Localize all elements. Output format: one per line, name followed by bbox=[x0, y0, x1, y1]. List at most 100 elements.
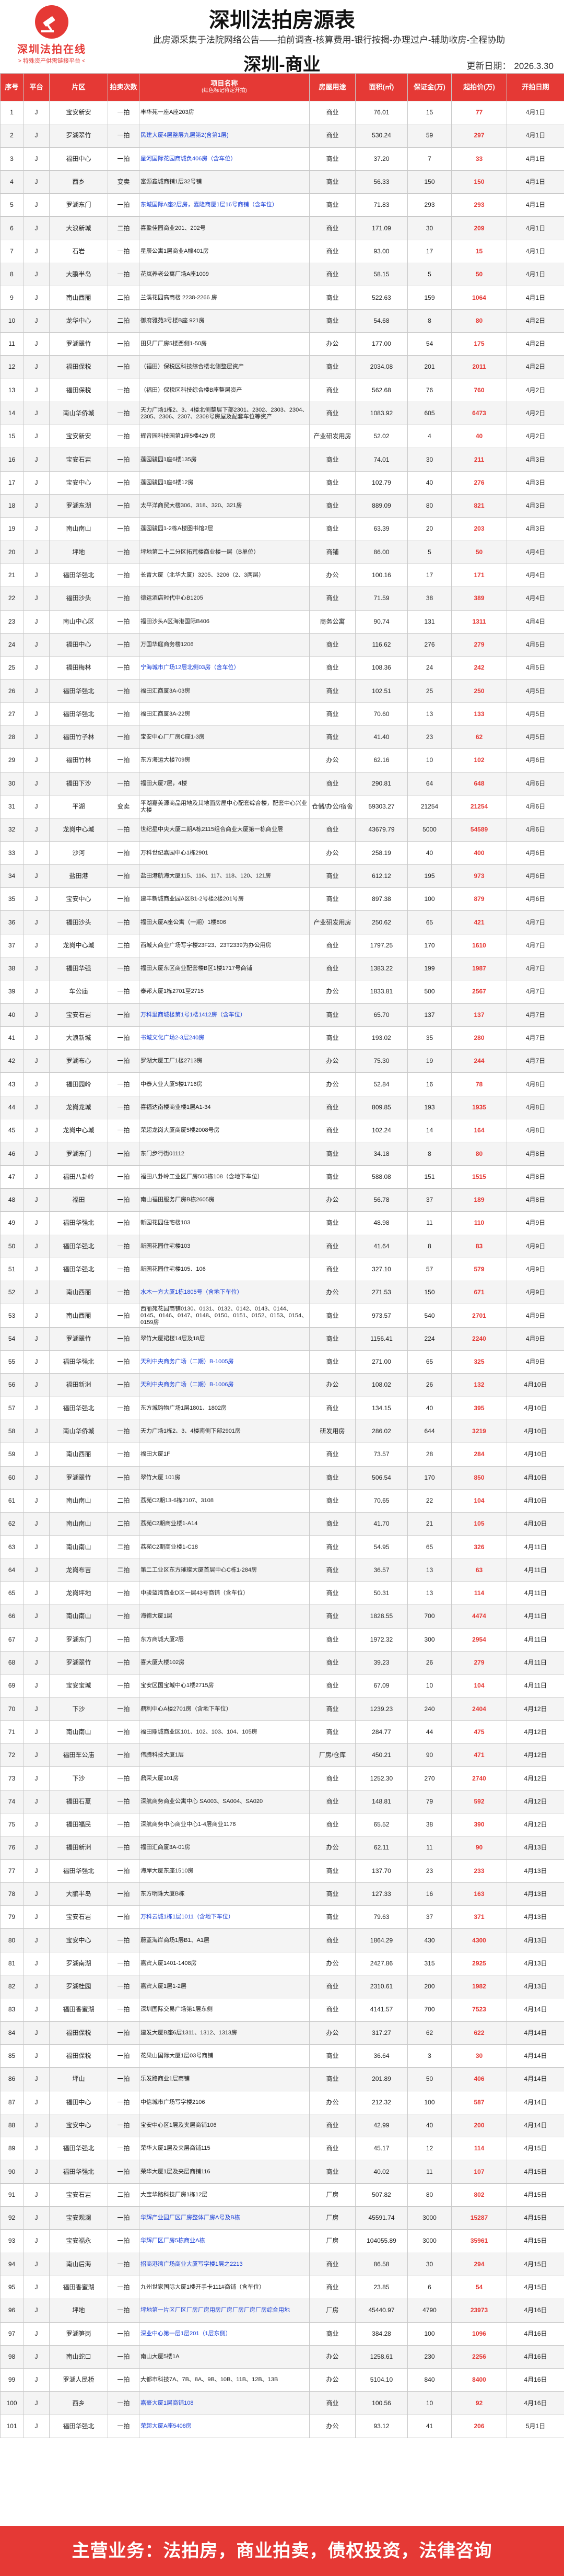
table-row: 89 J 福田华强北 一拍 荣华大厦1层及夹层商铺115 商业 45.17 12 114 4月15… bbox=[0, 2137, 564, 2161]
table-row: 14 J 南山华侨城 一拍 天力广场1栋2、3、4楼北侧整层下部2301、2302、23… bbox=[0, 401, 564, 426]
col-price-cell: 77 bbox=[451, 100, 507, 125]
col-project-cell: 喜大厦大楼102房 bbox=[139, 1650, 310, 1675]
col-deposit-cell: 23 bbox=[407, 1859, 452, 1883]
col-size-cell: 37.20 bbox=[355, 147, 408, 171]
col-round-cell: 一拍 bbox=[108, 864, 139, 888]
table-row: 76 J 福田新洲 一拍 福田汇商厦3A-01房 办公 62.11 11 90 4月13日 bbox=[0, 1836, 564, 1860]
col-date-cell: 4月1日 bbox=[507, 239, 564, 264]
col-platform-cell: J bbox=[23, 1975, 50, 1999]
col-area-cell: 罗湖布心 bbox=[49, 1049, 108, 1073]
column-label: 保证金(万) bbox=[414, 83, 445, 91]
col-size-cell: 67.09 bbox=[355, 1674, 408, 1698]
col-area-cell: 福田新洲 bbox=[49, 1373, 108, 1397]
col-no-cell: 100 bbox=[0, 2391, 24, 2415]
col-area-cell: 福田华强北 bbox=[49, 1211, 108, 1235]
col-platform-cell: J bbox=[23, 170, 50, 194]
col-no-cell: 15 bbox=[0, 425, 24, 449]
col-use-cell: 商业 bbox=[309, 864, 356, 888]
col-no-cell: 71 bbox=[0, 1720, 24, 1744]
col-date-cell: 4月12日 bbox=[507, 1812, 564, 1837]
table-row: 95 J 福田香蜜湖 一拍 九州世家国际大厦1楼开手卡111#商铺（含车位） 商业 23.8… bbox=[0, 2275, 564, 2300]
table-row: 17 J 宝安中心 一拍 莲园骏园1座6楼12房 商业 102.79 40 276 4月3日 bbox=[0, 471, 564, 495]
col-round-cell: 一拍 bbox=[108, 656, 139, 680]
col-price-cell: 104 bbox=[451, 1674, 507, 1698]
col-deposit-cell: 90 bbox=[407, 1743, 452, 1767]
col-round-cell: 一拍 bbox=[108, 540, 139, 564]
col-deposit-cell: 201 bbox=[407, 355, 452, 379]
col-deposit-cell: 24 bbox=[407, 656, 452, 680]
col-no-cell: 31 bbox=[0, 794, 24, 819]
col-size-cell: 45440.97 bbox=[355, 2299, 408, 2323]
col-price-cell: 297 bbox=[451, 124, 507, 148]
col-deposit-cell: 30 bbox=[407, 216, 452, 240]
col-use-cell: 商业 bbox=[309, 2391, 356, 2415]
col-size-cell: 93.12 bbox=[355, 2414, 408, 2438]
col-no-cell: 79 bbox=[0, 1905, 24, 1929]
col-area-cell: 坪地 bbox=[49, 540, 108, 564]
col-no-cell: 86 bbox=[0, 2067, 24, 2091]
col-deposit-cell: 80 bbox=[407, 494, 452, 518]
table-row: 68 J 罗湖翠竹 一拍 喜大厦大楼102房 商业 39.23 26 279 4月11日 bbox=[0, 1650, 564, 1675]
col-date-cell: 4月1日 bbox=[507, 100, 564, 125]
col-project-cell: 深航商务商业公寓中心 SA003、SA004、SA020 bbox=[139, 1789, 310, 1813]
col-round-cell: 一拍 bbox=[108, 2368, 139, 2392]
col-use-cell: 厂房 bbox=[309, 2299, 356, 2323]
table-row: 13 J 福田保税 一拍 （福田）保税区科技综合楼B座整层资产 商业 562.68 76 760… bbox=[0, 378, 564, 402]
col-use-cell: 商铺 bbox=[309, 540, 356, 564]
col-price-cell: 132 bbox=[451, 1373, 507, 1397]
col-platform-cell: J bbox=[23, 332, 50, 356]
col-no-cell: 35 bbox=[0, 887, 24, 911]
col-round-cell: 二拍 bbox=[108, 933, 139, 957]
col-size-cell: 212.32 bbox=[355, 2090, 408, 2114]
col-price-cell: 175 bbox=[451, 332, 507, 356]
table-row: 7 J 石岩 一拍 星辰公寓1层商业A幢401房 商业 93.00 17 15 4月1日 bbox=[0, 239, 564, 264]
col-deposit-cell: 3 bbox=[407, 2044, 452, 2068]
table-row: 6 J 大浪新城 二拍 喜盈佳园商业201、202号 商业 171.09 30 209 4月1日 bbox=[0, 216, 564, 240]
col-deposit-cell: 11 bbox=[407, 2160, 452, 2184]
col-round-cell: 一拍 bbox=[108, 1234, 139, 1258]
col-area-cell: 龙岗龙城 bbox=[49, 1095, 108, 1120]
col-round-cell: 一拍 bbox=[108, 1119, 139, 1143]
col-date-cell: 4月13日 bbox=[507, 1975, 564, 1999]
col-date-cell: 4月14日 bbox=[507, 1998, 564, 2022]
col-price-cell: 33 bbox=[451, 147, 507, 171]
col-platform-cell: J bbox=[23, 2160, 50, 2184]
col-use-cell: 商业 bbox=[309, 1095, 356, 1120]
col-deposit-cell: 37 bbox=[407, 1905, 452, 1929]
col-platform-cell: J bbox=[23, 378, 50, 402]
col-use-cell: 办公 bbox=[309, 1281, 356, 1305]
table-row: 65 J 龙岗坪地 一拍 中骏蓝湾商业D区一层43号商铺（含车位） 商业 50.31 13 11… bbox=[0, 1581, 564, 1606]
col-use-cell: 商业 bbox=[309, 1650, 356, 1675]
col-no-cell: 38 bbox=[0, 956, 24, 981]
table-row: 30 J 福田下沙 一拍 福田大厦7层，4楼 商业 290.81 64 648 4月6日 bbox=[0, 771, 564, 795]
col-no-cell: 43 bbox=[0, 1072, 24, 1096]
table-row: 86 J 坪山 一拍 乐发路商业1层商铺 商业 201.89 50 406 4月14日 bbox=[0, 2067, 564, 2091]
col-project-cell: 星辰公寓1层商业A幢401房 bbox=[139, 239, 310, 264]
col-project-cell: 坪地第一片区厂区厂房厂房用房厂房厂房厂房厂房综合用地 bbox=[139, 2299, 310, 2323]
col-project-cell: 深圳国际交易广场第1层东侧 bbox=[139, 1998, 310, 2022]
col-no-cell: 88 bbox=[0, 2113, 24, 2138]
col-use-cell: 商业 bbox=[309, 2044, 356, 2068]
col-area-cell: 福田华强 bbox=[49, 956, 108, 981]
col-platform-cell: J bbox=[23, 1119, 50, 1143]
col-deposit-cell: 26 bbox=[407, 1373, 452, 1397]
col-use-cell: 商业 bbox=[309, 656, 356, 680]
col-platform-cell: J bbox=[23, 702, 50, 727]
col-no-cell: 62 bbox=[0, 1512, 24, 1536]
col-date-cell: 4月10日 bbox=[507, 1396, 564, 1420]
col-area-cell: 福田保税 bbox=[49, 378, 108, 402]
col-price-cell: 7523 bbox=[451, 1998, 507, 2022]
col-size-cell: 127.33 bbox=[355, 1882, 408, 1906]
col-area-cell: 罗湖笋岗 bbox=[49, 2322, 108, 2346]
col-no-cell: 9 bbox=[0, 286, 24, 310]
col-size-cell: 1239.23 bbox=[355, 1697, 408, 1721]
col-use-cell: 商业 bbox=[309, 2137, 356, 2161]
col-platform-cell: J bbox=[23, 1049, 50, 1073]
col-size-cell: 973.57 bbox=[355, 1304, 408, 1328]
col-round-cell: 一拍 bbox=[108, 1466, 139, 1490]
col-no-cell: 53 bbox=[0, 1304, 24, 1328]
col-no-cell: 83 bbox=[0, 1998, 24, 2022]
col-use-cell: 商业 bbox=[309, 1928, 356, 1952]
col-platform-cell: J bbox=[23, 1998, 50, 2022]
col-project-cell: 西城大商业广场写字楼23F23、23T2339为办公用房 bbox=[139, 933, 310, 957]
